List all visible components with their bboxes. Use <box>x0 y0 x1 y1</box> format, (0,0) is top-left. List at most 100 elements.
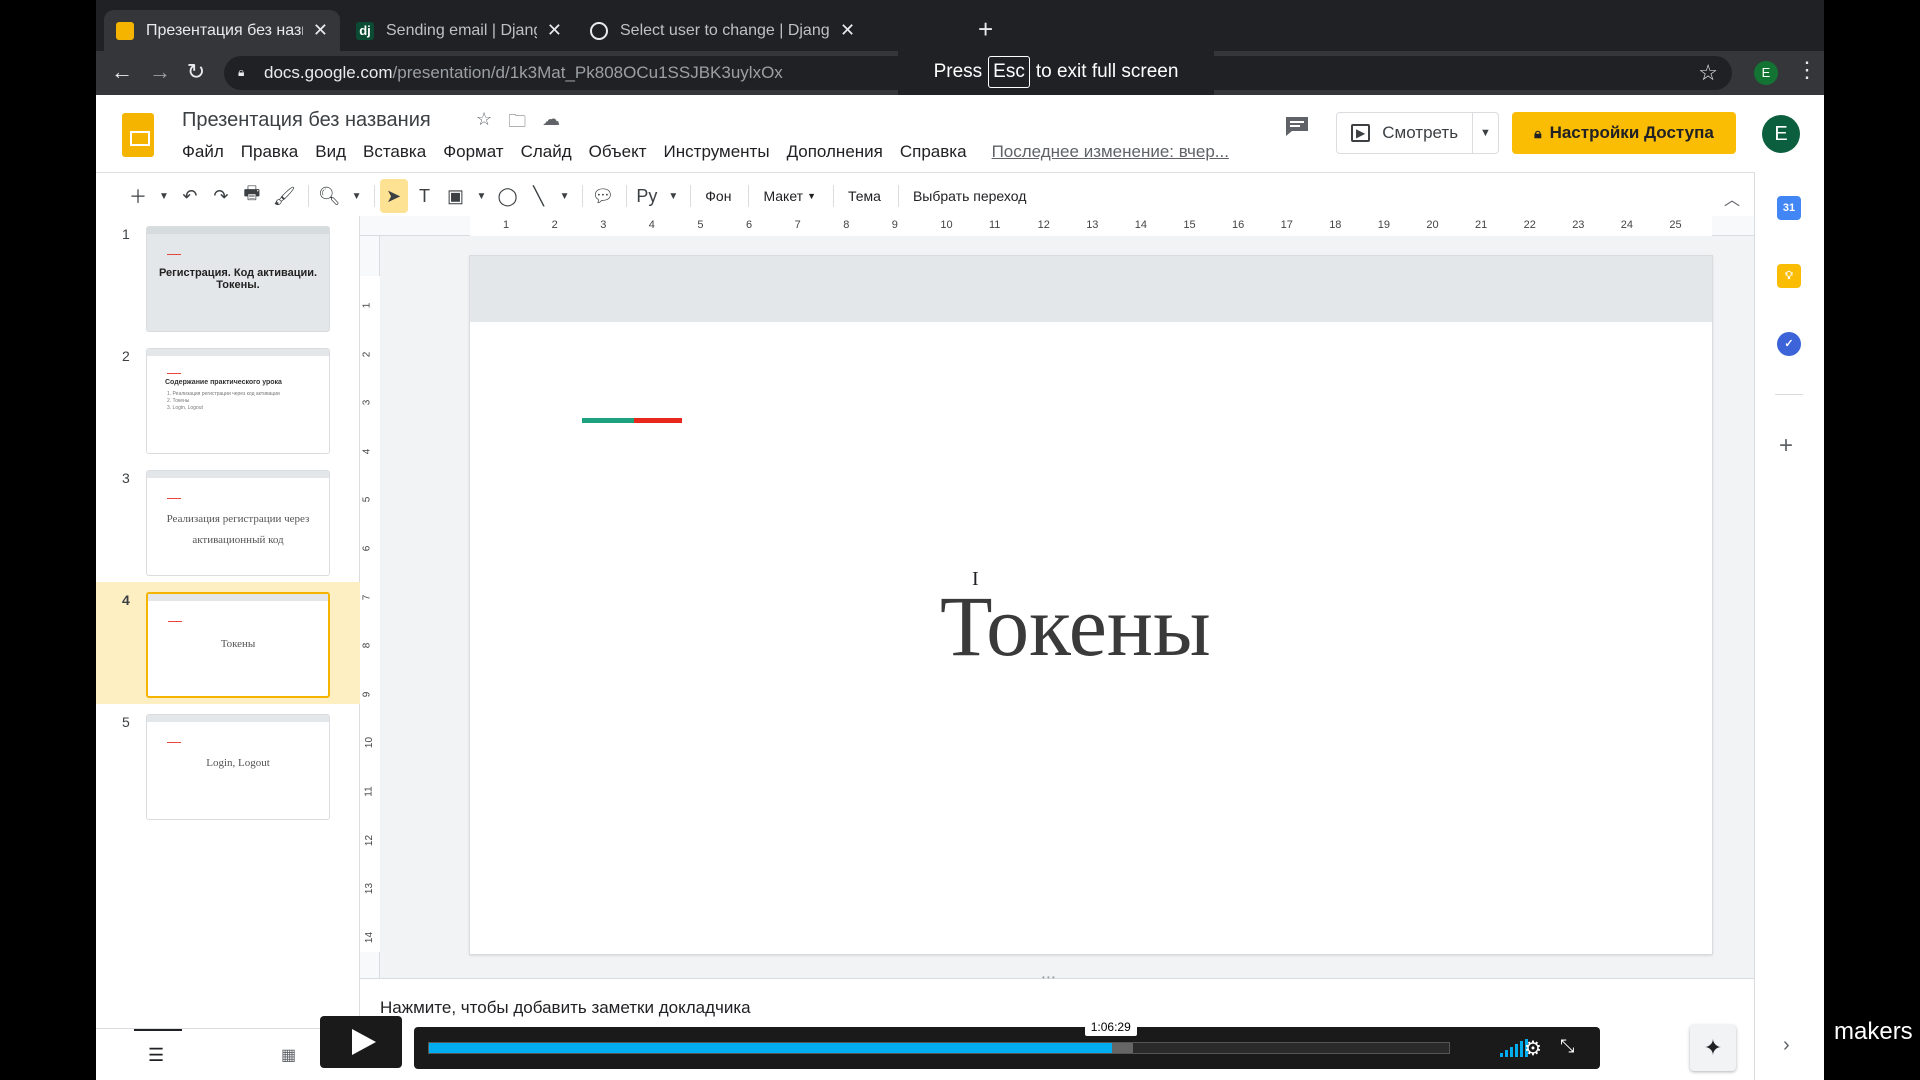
menu-insert[interactable]: Вставка <box>363 142 426 162</box>
explore-icon[interactable]: ✦ <box>1690 1025 1736 1071</box>
new-slide-icon[interactable]: ＋ <box>124 179 152 213</box>
comments-icon[interactable] <box>1284 115 1310 137</box>
move-folder-icon[interactable]: 🗀︎ <box>508 109 526 139</box>
slide-thumbnail[interactable]: Содержание практического урока 1. Реализ… <box>146 348 330 454</box>
side-panel: 31 💡︎ ✓ + › <box>1754 172 1824 1080</box>
time-tooltip: 1:06:29 <box>1084 1018 1137 1036</box>
forward-icon[interactable]: → <box>146 59 174 85</box>
progress-bar[interactable] <box>428 1042 1450 1054</box>
fullscreen-exit-icon[interactable]: ⤡ <box>1560 1036 1574 1057</box>
grid-view-icon[interactable]: ▦ <box>281 1045 296 1065</box>
slide-thumbnail[interactable]: Реализация регистрации через активационн… <box>146 470 330 576</box>
ruler-tick-label: 21 <box>1475 219 1488 231</box>
chevron-down-icon[interactable]: ▼ <box>473 179 491 213</box>
menu-edit[interactable]: Правка <box>241 142 298 162</box>
play-button[interactable] <box>320 1016 402 1068</box>
slide-thumbnail[interactable]: Токены <box>146 592 330 698</box>
redo-icon[interactable]: ↷ <box>207 179 235 213</box>
back-icon[interactable]: ← <box>108 59 136 85</box>
horizontal-ruler[interactable]: 1 2 3 4 5 6 7 8 9 10 11 12 13 14 15 16 17 18 19 20 21 22 23 24 2… <box>360 216 1754 236</box>
chevron-down-icon[interactable]: ▼ <box>556 179 574 213</box>
ruler-tick-label: 10 <box>364 737 376 749</box>
thumb-accent-line <box>168 621 182 622</box>
filmstrip-view-icon[interactable]: ☰ <box>148 1045 164 1066</box>
django-icon: dj <box>356 21 374 40</box>
reload-icon[interactable]: ↻ <box>182 59 210 85</box>
transition-button[interactable]: Выбрать переход <box>904 179 1035 213</box>
vertical-ruler[interactable]: 1 2 3 4 5 6 7 8 9 10 11 12 13 14 <box>360 236 380 978</box>
ruler-tick-label: 5 <box>697 219 704 231</box>
menu-format[interactable]: Формат <box>443 142 503 162</box>
profile-avatar[interactable]: E <box>1754 61 1778 85</box>
slide-thumbnail[interactable]: Регистрация. Код активации. Токены. <box>146 226 330 332</box>
new-tab-icon[interactable]: + <box>978 14 993 45</box>
menu-tools[interactable]: Инструменты <box>664 142 770 162</box>
close-icon[interactable]: ✕ <box>547 20 562 41</box>
slides-logo-icon[interactable] <box>122 113 154 157</box>
settings-gear-icon[interactable]: ⚙ <box>1524 1036 1542 1061</box>
slide-thumbnail-row[interactable]: 2 Содержание практического урока 1. Реал… <box>96 338 360 460</box>
toolbar-divider <box>626 185 628 207</box>
chevron-down-icon[interactable]: ▼ <box>1472 113 1498 153</box>
cloud-saved-icon[interactable]: ☁︎ <box>542 109 560 139</box>
slide-thumbnail-row-selected[interactable]: 4 Токены <box>96 582 360 704</box>
line-icon[interactable]: ╲ <box>525 179 553 213</box>
slide-title[interactable]: Токены <box>940 576 1211 676</box>
slide-thumbnail-row[interactable]: 3 Реализация регистрации через активацио… <box>96 460 360 582</box>
tasks-icon[interactable]: ✓ <box>1777 332 1801 356</box>
undo-icon[interactable]: ↶ <box>176 179 204 213</box>
menu-view[interactable]: Вид <box>315 142 346 162</box>
menu-object[interactable]: Объект <box>589 142 647 162</box>
chevron-down-icon[interactable]: ▼ <box>348 179 366 213</box>
current-slide[interactable]: Токены <box>470 256 1712 954</box>
ruler-tick-label: 18 <box>1329 219 1342 231</box>
browser-tab-slides[interactable]: Презентация без названия - G ✕ <box>104 10 340 51</box>
layout-button[interactable]: Макет ▼ <box>754 179 825 213</box>
keep-icon[interactable]: 💡︎ <box>1777 264 1801 288</box>
input-tools-icon[interactable]: Ру <box>632 179 661 213</box>
menu-help[interactable]: Справка <box>900 142 967 162</box>
present-button[interactable]: Смотреть ▼ <box>1336 112 1499 154</box>
add-comment-icon[interactable]: 💬︎ <box>588 179 619 213</box>
close-icon[interactable]: ✕ <box>313 20 328 41</box>
slide-thumbnail[interactable]: Login, Logout <box>146 714 330 820</box>
print-icon[interactable]: 🖶︎ <box>238 179 266 213</box>
browser-tab-django-email[interactable]: dj Sending email | Django docume ✕ <box>344 10 574 51</box>
shape-icon[interactable]: ◯ <box>493 179 521 213</box>
menu-addons[interactable]: Дополнения <box>787 142 883 162</box>
slide-thumbnail-row[interactable]: 5 Login, Logout <box>96 704 360 826</box>
add-addon-icon[interactable]: + <box>1779 432 1793 460</box>
last-edit-link[interactable]: Последнее изменение: вчер... <box>992 142 1229 162</box>
browser-tab-django-admin[interactable]: Select user to change | Django ✕ <box>578 10 968 51</box>
bookmark-star-icon[interactable]: ☆ <box>1698 60 1718 86</box>
slide-number: 5 <box>122 714 130 730</box>
menu-slide[interactable]: Слайд <box>521 142 572 162</box>
background-button[interactable]: Фон <box>696 179 740 213</box>
thumb-body: 1. Реализация регистрации через код акти… <box>167 391 280 412</box>
slide-number: 3 <box>122 470 130 486</box>
star-icon[interactable]: ☆ <box>476 109 492 139</box>
present-label[interactable]: Смотреть <box>1337 123 1472 143</box>
chevron-down-icon[interactable]: ▼ <box>664 179 682 213</box>
text-box-icon[interactable]: T <box>411 179 439 213</box>
notes-resize-handle[interactable] <box>360 973 1754 986</box>
speaker-notes-placeholder[interactable]: Нажмите, чтобы добавить заметки докладчи… <box>380 998 751 1018</box>
share-label: Настройки Доступа <box>1549 123 1714 142</box>
calendar-icon[interactable]: 31 <box>1777 196 1801 220</box>
collapse-toolbar-icon[interactable]: ︿ <box>1724 186 1740 210</box>
menu-file[interactable]: Файл <box>182 142 224 162</box>
account-avatar[interactable]: E <box>1762 115 1800 153</box>
share-button[interactable]: 🔒︎ Настройки Доступа <box>1512 112 1736 154</box>
image-icon[interactable]: ▣ <box>442 179 470 213</box>
document-title[interactable]: Презентация без названия <box>182 109 431 132</box>
more-menu-icon[interactable]: ⋮ <box>1796 57 1818 83</box>
theme-button[interactable]: Тема <box>839 179 890 213</box>
zoom-icon[interactable]: 🔍︎ <box>314 179 345 213</box>
chevron-right-icon[interactable]: › <box>1783 1034 1790 1057</box>
menu-bar: Файл Правка Вид Вставка Формат Слайд Объ… <box>182 142 1229 162</box>
slide-thumbnail-row[interactable]: 1 Регистрация. Код активации. Токены. <box>96 216 360 338</box>
select-cursor-icon[interactable]: ➤ <box>379 179 408 213</box>
paint-format-icon[interactable]: 🖌︎ <box>269 179 300 213</box>
chevron-down-icon[interactable]: ▼ <box>155 179 173 213</box>
close-icon[interactable]: ✕ <box>840 20 855 41</box>
